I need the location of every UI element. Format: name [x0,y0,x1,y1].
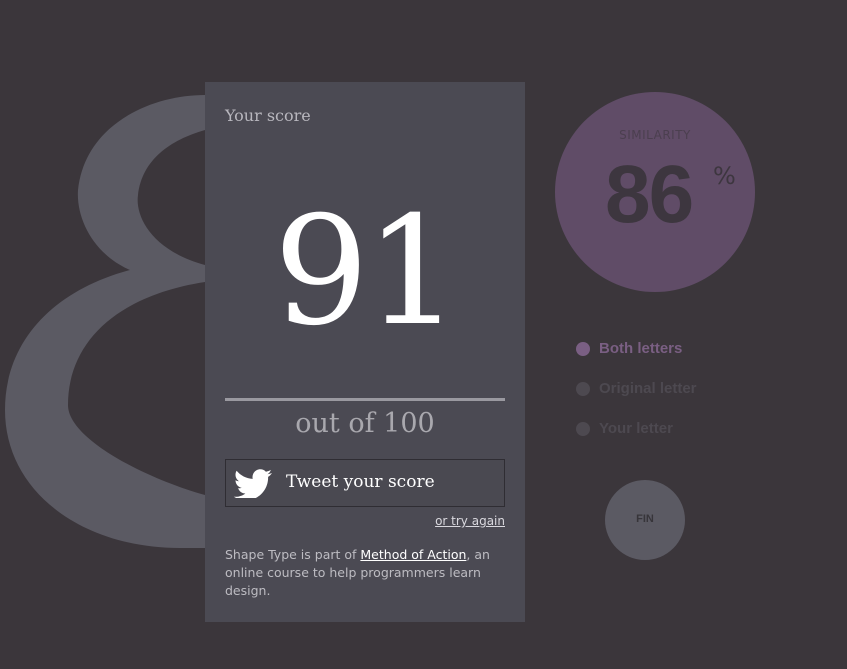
option-label: Your letter [599,420,673,437]
option-label: Both letters [599,340,683,357]
fin-button-label: FIN [636,513,654,525]
similarity-value: 86 [605,149,694,240]
radio-dot-icon [576,342,590,356]
similarity-label: SIMILARITY [619,128,691,142]
similarity-circle: SIMILARITY 86 % [555,92,755,292]
score-card-label: Your score [225,106,311,125]
radio-dot-icon [576,382,590,396]
score-divider [225,398,505,401]
footer-prefix: Shape Type is part of [225,547,361,562]
radio-dot-icon [576,422,590,436]
tweet-score-label: Tweet your score [286,472,435,492]
similarity-unit: % [713,162,736,190]
score-card: Your score 91 out of 100 Tweet your scor… [205,82,525,622]
try-again-link[interactable]: or try again [435,514,505,528]
footer-text: Shape Type is part of Method of Action, … [225,546,510,600]
tweet-score-button[interactable]: Tweet your score [225,459,505,507]
twitter-bird-icon [233,469,272,498]
fin-button[interactable]: FIN [605,480,685,560]
score-value: 91 [273,185,461,359]
glyph-outer [5,95,205,548]
option-label: Original letter [599,380,697,397]
score-out-of: out of 100 [295,408,435,439]
method-of-action-link[interactable]: Method of Action [360,547,466,562]
